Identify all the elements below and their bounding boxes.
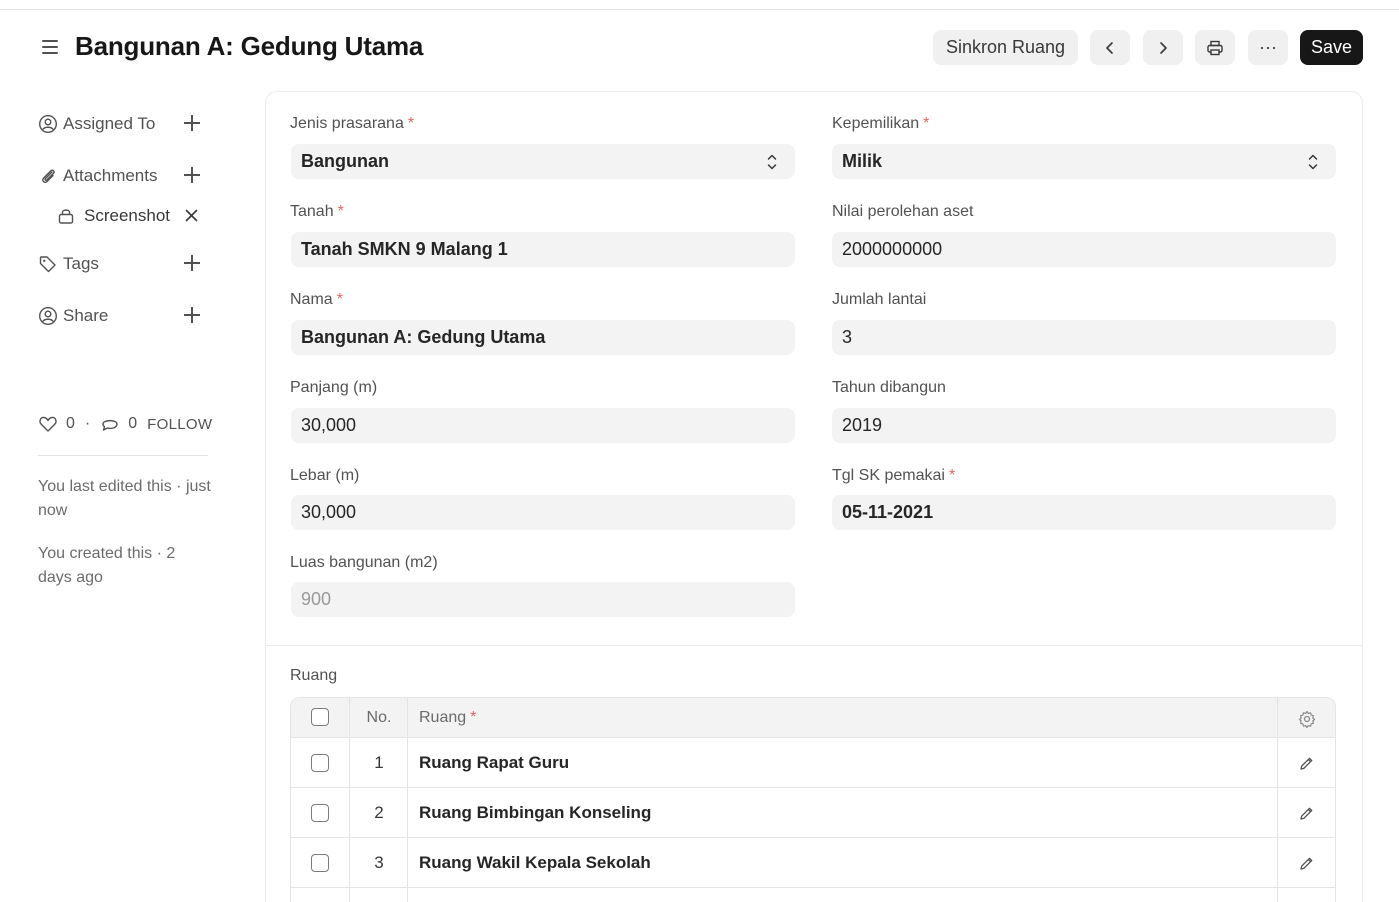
select-all-checkbox[interactable] (311, 708, 329, 726)
gear-icon[interactable] (1298, 710, 1316, 728)
column-header-ruang: Ruang * (419, 709, 477, 726)
assigned-to-label: Assigned To (63, 114, 156, 133)
kepemilikan-select[interactable]: Milik (832, 144, 1336, 179)
page-title: Bangunan A: Gedung Utama (75, 31, 424, 61)
edit-pencil-icon[interactable] (1299, 806, 1314, 821)
row-ruang[interactable]: Ruang Bimbingan Konseling (419, 803, 651, 823)
tanah-label: Tanah * (290, 203, 344, 220)
tags-label: Tags (63, 254, 99, 273)
row-checkbox[interactable] (311, 854, 329, 872)
tahun-dibangun-label: Tahun dibangun (832, 379, 946, 396)
panjang-label: Panjang (m) (290, 379, 378, 396)
tags-row: Tags (38, 252, 99, 276)
edit-pencil-icon[interactable] (1299, 756, 1314, 771)
section-divider (265, 645, 1363, 646)
jumlah-lantai-label: Jumlah lantai (832, 291, 927, 308)
add-attachment-icon[interactable] (183, 166, 201, 184)
nama-field[interactable]: Bangunan A: Gedung Utama (291, 320, 795, 355)
nama-label: Nama * (290, 291, 343, 308)
like-count: 0 (66, 415, 75, 432)
previous-record-button[interactable] (1090, 30, 1130, 65)
paperclip-icon (38, 166, 58, 186)
add-share-icon[interactable] (183, 306, 201, 324)
assign-user-icon (38, 114, 58, 134)
follow-link[interactable]: FOLLOW (147, 416, 212, 433)
share-label: Share (63, 306, 109, 325)
table-row[interactable]: 1 Ruang Rapat Guru (291, 738, 1335, 788)
jumlah-lantai-field[interactable]: 3 (832, 320, 1336, 355)
edit-pencil-icon[interactable] (1299, 856, 1314, 871)
assigned-to-row[interactable]: Assigned To (38, 112, 155, 136)
attachment-item[interactable]: Screenshot (57, 205, 170, 227)
kepemilikan-label: Kepemilikan * (832, 115, 930, 132)
column-divider (1277, 698, 1278, 902)
chevron-right-icon (1160, 41, 1167, 54)
separator-dot: · (84, 415, 91, 432)
select-arrows-icon (1308, 154, 1318, 170)
social-bar: 0 · 0 FOLLOW (38, 412, 212, 436)
column-divider (349, 698, 350, 902)
row-number: 3 (374, 853, 384, 872)
last-edited-note: You last edited this · just now (38, 478, 211, 519)
row-ruang[interactable]: Ruang Rapat Guru (419, 753, 569, 773)
luas-field: 900 (291, 582, 795, 617)
nilai-perolehan-label: Nilai perolehan aset (832, 203, 974, 220)
add-assignee-icon[interactable] (183, 114, 201, 132)
ruang-section-label: Ruang (290, 667, 338, 684)
heart-icon[interactable] (38, 414, 58, 434)
sync-ruang-button[interactable]: Sinkron Ruang (933, 30, 1078, 65)
jenis-prasarana-select[interactable]: Bangunan (291, 144, 795, 179)
row-number: 1 (374, 753, 384, 772)
more-actions-button[interactable]: ··· (1248, 30, 1288, 65)
tanah-field[interactable]: Tanah SMKN 9 Malang 1 (291, 232, 795, 267)
print-button[interactable] (1195, 30, 1235, 65)
table-header: No. Ruang * (291, 698, 1335, 738)
select-arrows-icon (767, 154, 777, 170)
remove-attachment-icon[interactable] (184, 208, 199, 223)
tgl-sk-field[interactable]: 05-11-2021 (832, 495, 1336, 530)
table-row[interactable]: 3 Ruang Wakil Kepala Sekolah (291, 838, 1335, 888)
tahun-dibangun-field[interactable]: 2019 (832, 408, 1336, 443)
add-tag-icon[interactable] (183, 254, 201, 272)
column-divider (407, 698, 408, 902)
share-user-icon (38, 306, 58, 326)
jenis-prasarana-label: Jenis prasarana * (290, 115, 415, 132)
share-row: Share (38, 304, 108, 328)
row-checkbox[interactable] (311, 804, 329, 822)
attachments-row: Attachments (38, 164, 158, 188)
comment-count: 0 (128, 415, 138, 432)
attachments-label: Attachments (63, 166, 158, 185)
printer-icon (1207, 40, 1223, 55)
panjang-field[interactable]: 30,000 (291, 408, 795, 443)
nilai-perolehan-field[interactable]: 2000000000 (832, 232, 1336, 267)
sidebar-toggle-icon[interactable] (40, 37, 60, 57)
next-record-button[interactable] (1143, 30, 1183, 65)
chevron-left-icon (1106, 41, 1113, 54)
row-ruang[interactable]: Ruang Wakil Kepala Sekolah (419, 853, 651, 873)
lebar-label: Lebar (m) (290, 467, 360, 484)
comment-icon[interactable] (100, 414, 120, 434)
luas-label: Luas bangunan (m2) (290, 554, 438, 571)
tag-icon (38, 254, 58, 274)
table-row[interactable]: 2 Ruang Bimbingan Konseling (291, 788, 1335, 838)
row-number: 2 (374, 803, 384, 822)
column-header-no: No. (366, 709, 392, 726)
created-note: You created this · 2 days ago (38, 545, 176, 586)
row-checkbox[interactable] (311, 754, 329, 772)
lock-icon (58, 209, 74, 224)
tgl-sk-label: Tgl SK pemakai * (832, 467, 956, 484)
sidebar-divider (38, 455, 208, 456)
ruang-table: No. Ruang * 1 Ruang Rapat Guru 2 Ruang Bi… (290, 697, 1336, 902)
save-button[interactable]: Save (1300, 30, 1363, 65)
attachment-name: Screenshot (84, 206, 170, 225)
lebar-field[interactable]: 30,000 (291, 495, 795, 530)
top-divider (0, 9, 1399, 10)
